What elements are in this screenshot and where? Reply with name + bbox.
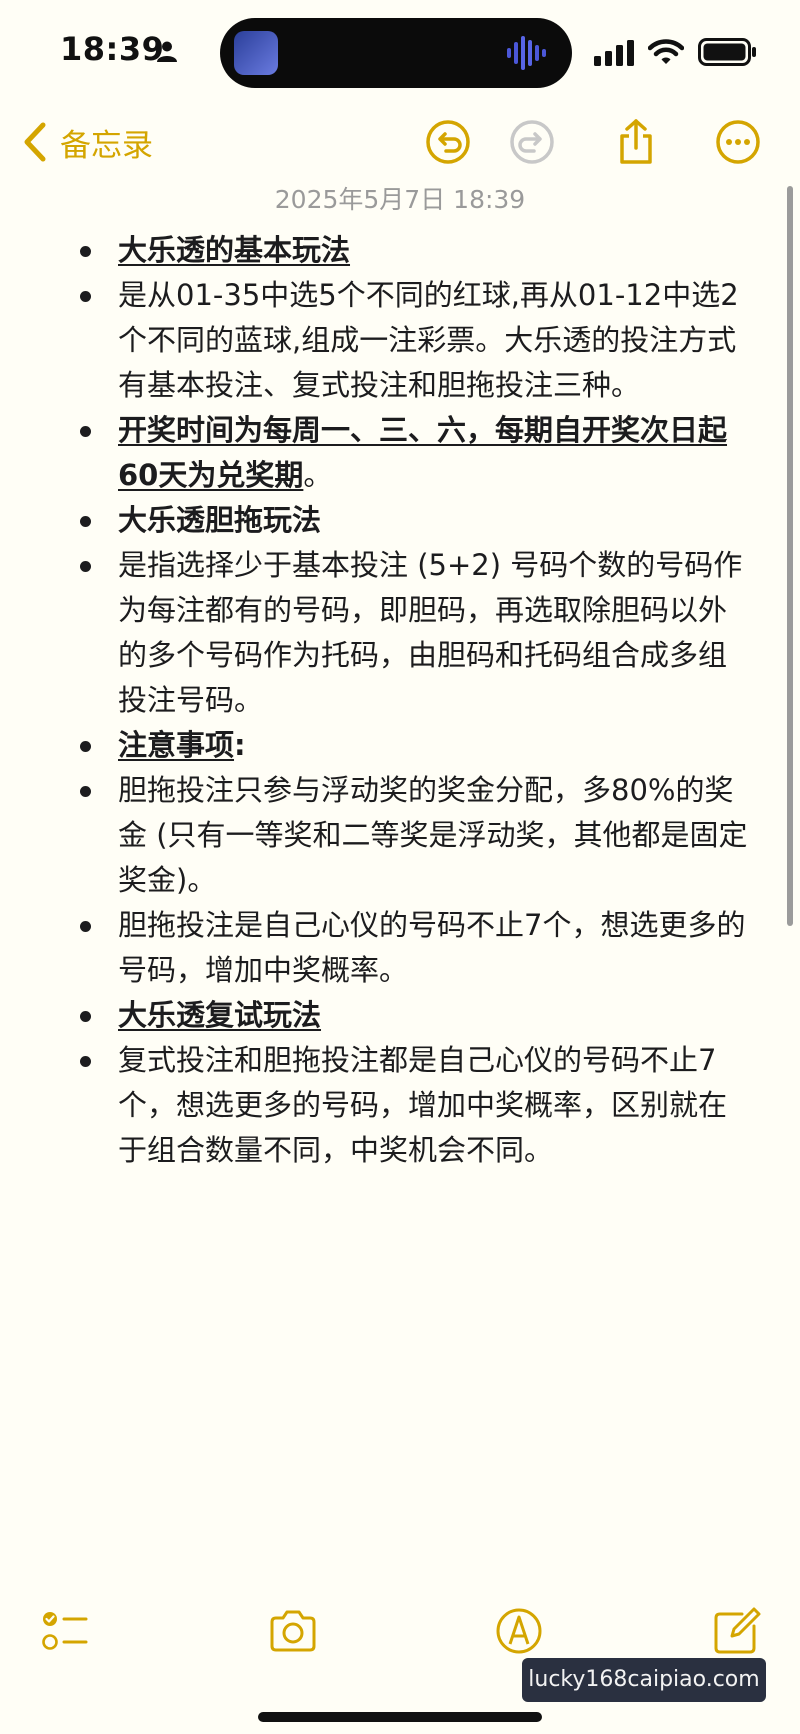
chevron-left-icon: [24, 122, 46, 162]
person-icon: [157, 41, 177, 62]
list-item-text: 是指选择少于基本投注 (5+2) 号码个数的号码作为每注都有的号码，即胆码，再选…: [118, 548, 743, 717]
list-item-text: 。: [303, 458, 333, 492]
list-item: 大乐透复试玩法: [72, 993, 752, 1038]
markup-icon[interactable]: [494, 1606, 544, 1656]
signal-icon: [594, 40, 634, 66]
audio-wave-icon: [507, 36, 546, 70]
compose-icon[interactable]: [712, 1606, 762, 1656]
more-icon[interactable]: [714, 118, 762, 166]
list-item-text: 是从01-35中选5个不同的红球,再从01-12中选2个不同的蓝球,组成一注彩票…: [118, 278, 739, 402]
battery-icon: [698, 38, 756, 66]
note-date: 2025年5月7日 18:39: [274, 185, 526, 214]
now-playing-artwork: [234, 31, 278, 75]
scrollbar[interactable]: [787, 186, 793, 926]
checklist-icon[interactable]: [40, 1606, 90, 1656]
section-heading: 大乐透复试玩法: [118, 998, 322, 1032]
list-item-text: 胆拖投注只参与浮动奖的奖金分配，多80%的奖金 (只有一等奖和二等奖是浮动奖，其…: [118, 773, 748, 897]
back-label: 备忘录: [60, 127, 153, 164]
list-item: 胆拖投注只参与浮动奖的奖金分配，多80%的奖金 (只有一等奖和二等奖是浮动奖，其…: [72, 768, 752, 903]
share-icon[interactable]: [612, 118, 660, 166]
list-item-text: :: [234, 728, 246, 762]
wifi-icon: [648, 39, 684, 64]
status-time: 18:39: [60, 30, 165, 68]
section-heading: 开奖时间为每周一、三、六，每期自开奖次日起60天为兑奖期: [118, 413, 728, 492]
list-item: 是指选择少于基本投注 (5+2) 号码个数的号码作为每注都有的号码，即胆码，再选…: [72, 543, 752, 723]
list-item: 复式投注和胆拖投注都是自己心仪的号码不止7个，想选更多的号码，增加中奖概率，区别…: [72, 1038, 752, 1173]
camera-icon[interactable]: [268, 1606, 318, 1656]
status-bar: 18:39: [0, 0, 800, 100]
list-item-text: 胆拖投注是自己心仪的号码不止7个，想选更多的号码，增加中奖概率。: [118, 908, 746, 987]
section-heading: 注意事项: [118, 728, 235, 762]
list-item: 大乐透的基本玩法: [72, 228, 752, 273]
section-heading: 大乐透的基本玩法: [118, 233, 351, 267]
redo-icon[interactable]: [508, 118, 556, 166]
home-indicator[interactable]: [258, 1712, 542, 1722]
list-item: 注意事项:: [72, 723, 752, 768]
watermark: lucky168caipiao.com: [522, 1658, 766, 1702]
undo-icon[interactable]: [424, 118, 472, 166]
nav-bar: 备忘录: [0, 110, 800, 174]
list-item: 大乐透胆拖玩法: [72, 498, 752, 543]
list-item: 是从01-35中选5个不同的红球,再从01-12中选2个不同的蓝球,组成一注彩票…: [72, 273, 752, 408]
list-item-text: 复式投注和胆拖投注都是自己心仪的号码不止7个，想选更多的号码，增加中奖概率，区别…: [118, 1043, 728, 1167]
list-item: 开奖时间为每周一、三、六，每期自开奖次日起60天为兑奖期。: [72, 408, 752, 498]
back-button[interactable]: 备忘录: [22, 118, 153, 166]
note-body[interactable]: 大乐透的基本玩法 是从01-35中选5个不同的红球,再从01-12中选2个不同的…: [72, 228, 752, 1173]
list-item: 胆拖投注是自己心仪的号码不止7个，想选更多的号码，增加中奖概率。: [72, 903, 752, 993]
section-heading: 大乐透胆拖玩法: [118, 503, 322, 537]
dynamic-island[interactable]: [220, 18, 572, 88]
